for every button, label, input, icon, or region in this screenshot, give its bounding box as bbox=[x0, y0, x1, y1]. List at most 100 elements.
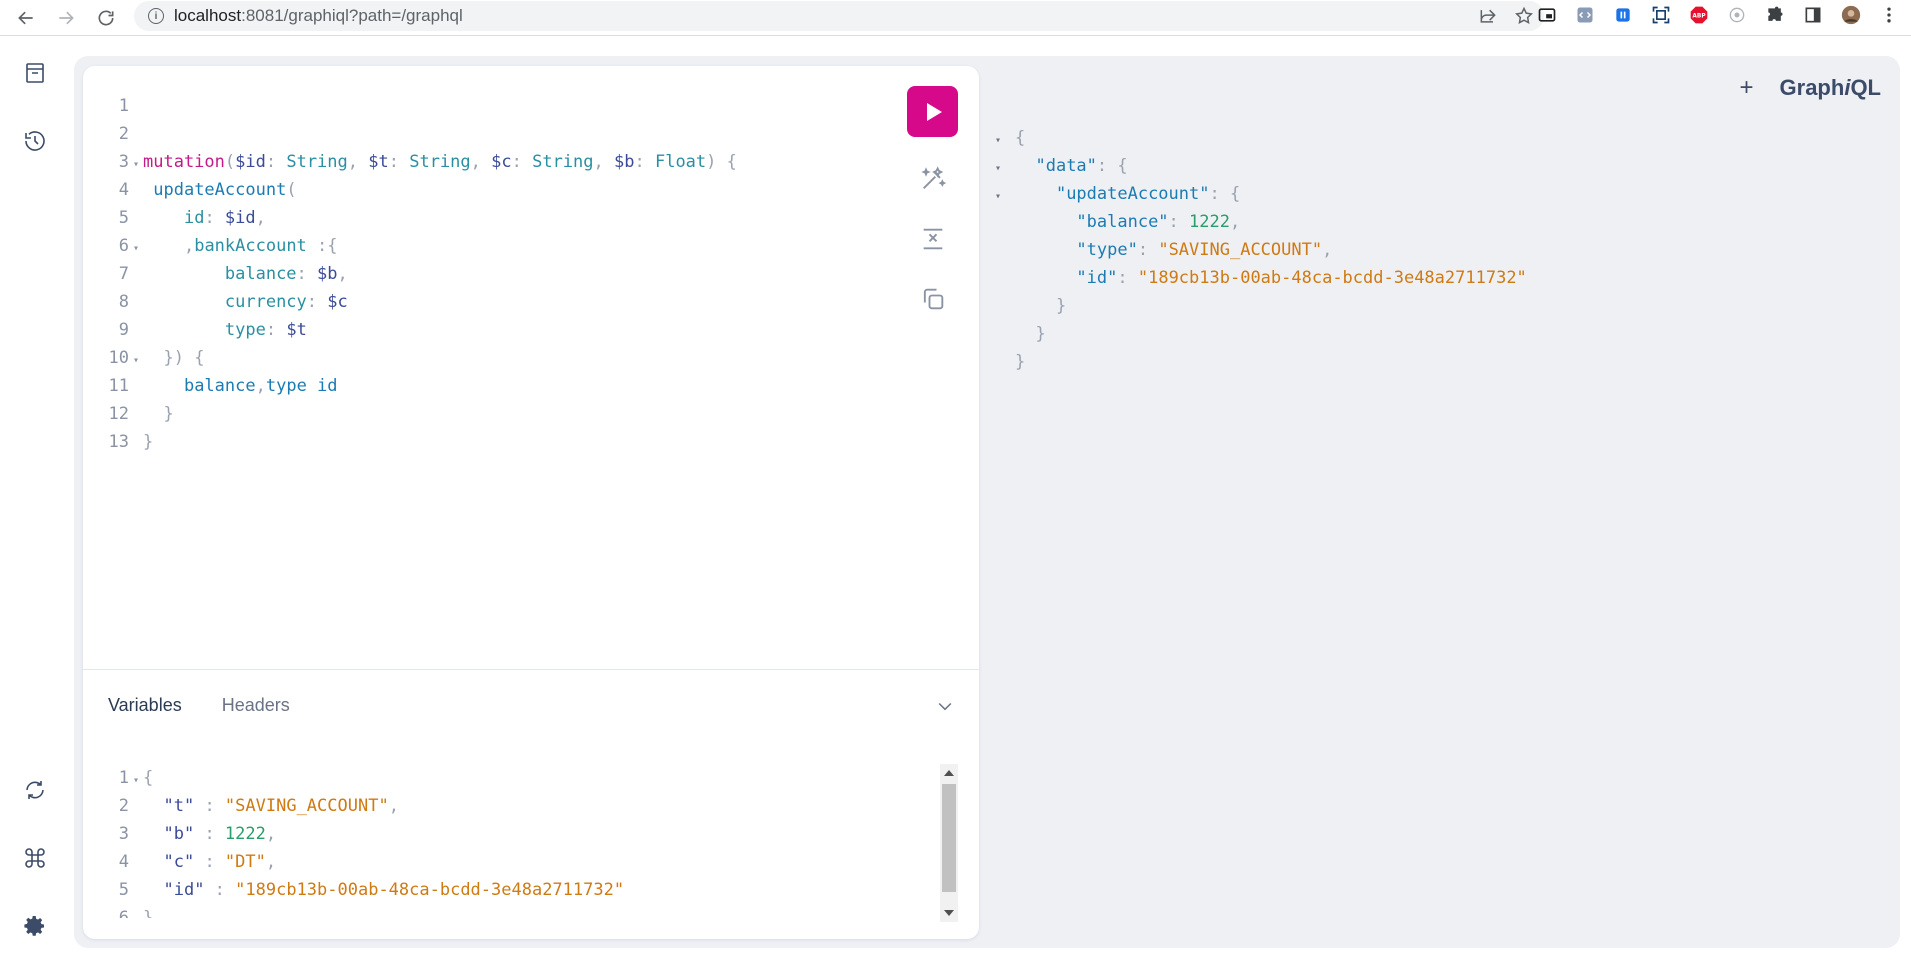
docs-icon bbox=[26, 63, 44, 83]
line-content: "id" : "189cb13b-00ab-48ca-bcdd-3e48a271… bbox=[163, 880, 625, 900]
line-number: 5 bbox=[118, 208, 129, 228]
add-tab-button[interactable]: + bbox=[1740, 74, 1754, 102]
address-bar[interactable]: i localhost :8081/graphiql?path=/graphql bbox=[134, 1, 1544, 31]
result-line: "type": "SAVING_ACCOUNT", bbox=[995, 236, 1695, 264]
line-content: } bbox=[1015, 352, 1026, 372]
settings-button[interactable] bbox=[21, 912, 49, 940]
chevron-down-icon bbox=[938, 702, 952, 711]
docs-explorer-button[interactable] bbox=[21, 59, 49, 87]
code-line: 5 id: $id, bbox=[83, 204, 883, 232]
history-icon bbox=[25, 131, 45, 151]
toggle-variables-button[interactable] bbox=[935, 696, 955, 716]
result-line: } bbox=[995, 292, 1695, 320]
variables-editor[interactable]: 1 ▾{2 "t" : "SAVING_ACCOUNT", 3 "b" : 1222… bbox=[83, 764, 943, 918]
line-content: updateAccount( bbox=[153, 180, 297, 200]
tab-variables[interactable]: Variables bbox=[108, 695, 182, 716]
refetch-schema-button[interactable] bbox=[21, 776, 49, 804]
line-number: 4 bbox=[118, 852, 129, 872]
shortcuts-button[interactable] bbox=[21, 844, 49, 872]
merge-icon bbox=[923, 228, 943, 250]
line-content: } bbox=[1035, 324, 1046, 344]
code-line: 9 type: $t bbox=[83, 316, 883, 344]
url-host: localhost bbox=[174, 6, 242, 25]
bookmark-star-icon[interactable] bbox=[1514, 6, 1534, 26]
fold-toggle-icon[interactable]: ▾ bbox=[995, 155, 1015, 183]
line-content: "updateAccount": { bbox=[1055, 184, 1241, 204]
line-content: } bbox=[163, 404, 174, 424]
fold-toggle-icon[interactable]: ▾ bbox=[129, 347, 143, 375]
fold-toggle-icon[interactable]: ▾ bbox=[129, 235, 143, 263]
arrow-right-icon bbox=[59, 11, 74, 25]
graphiql-logo: GraphiQL bbox=[1779, 75, 1881, 100]
line-number: 6 bbox=[118, 236, 129, 256]
puzzle-icon[interactable] bbox=[1763, 3, 1787, 27]
merge-fragments-button[interactable] bbox=[907, 221, 959, 257]
variables-scrollbar[interactable] bbox=[940, 764, 958, 922]
result-line: "balance": 1222, bbox=[995, 208, 1695, 236]
line-number: 2 bbox=[118, 796, 129, 816]
execute-query-button[interactable] bbox=[907, 86, 958, 137]
graphiql-sidebar bbox=[0, 36, 72, 966]
history-button[interactable] bbox=[21, 127, 49, 155]
share-icon[interactable] bbox=[1478, 6, 1498, 26]
code-line: 5 "id" : "189cb13b-00ab-48ca-bcdd-3e48a2… bbox=[83, 876, 943, 904]
code-line: 3 "b" : 1222, bbox=[83, 820, 943, 848]
line-content: currency: $c bbox=[224, 292, 348, 312]
code-line: 13} bbox=[83, 428, 883, 456]
query-editor[interactable]: 1 2 3 ▾ mutation($id: String, $t: String, $c… bbox=[83, 92, 883, 456]
fold-toggle-icon[interactable]: ▾ bbox=[995, 183, 1015, 211]
extensions-bar: ABP bbox=[1535, 3, 1901, 27]
menu-kebab-icon[interactable] bbox=[1877, 3, 1901, 27]
line-number: 6 bbox=[118, 908, 129, 918]
settings-icon bbox=[24, 916, 44, 936]
run-icon bbox=[926, 102, 942, 121]
fold-toggle-icon[interactable]: ▾ bbox=[129, 767, 143, 795]
screenshot-extension-icon[interactable] bbox=[1649, 3, 1673, 27]
code-line: 8 currency: $c bbox=[83, 288, 883, 316]
site-info-icon[interactable]: i bbox=[148, 8, 164, 24]
side-panel-icon[interactable] bbox=[1801, 3, 1825, 27]
line-number: 3 bbox=[118, 152, 129, 172]
scroll-down-arrow[interactable] bbox=[944, 910, 954, 916]
code-line: 6} bbox=[83, 904, 943, 918]
back-button[interactable] bbox=[12, 4, 40, 32]
line-number: 10 bbox=[108, 348, 129, 368]
code-line: 7 balance: $b, bbox=[83, 260, 883, 288]
avatar[interactable] bbox=[1839, 3, 1863, 27]
line-number: 9 bbox=[118, 320, 129, 340]
code-line: 2 bbox=[83, 120, 883, 148]
copy-query-button[interactable] bbox=[907, 281, 959, 317]
theme-extension-icon[interactable] bbox=[1725, 3, 1749, 27]
json-extension-icon[interactable] bbox=[1611, 3, 1635, 27]
line-content: { bbox=[1015, 128, 1026, 148]
line-content: "c" : "DT", bbox=[163, 852, 277, 872]
code-line: 11 balance,type id bbox=[83, 372, 883, 400]
line-number: 1 bbox=[118, 768, 129, 788]
line-number: 13 bbox=[108, 432, 129, 452]
tab-headers[interactable]: Headers bbox=[222, 695, 290, 716]
result-line: } bbox=[995, 348, 1695, 376]
scroll-up-arrow[interactable] bbox=[944, 770, 954, 776]
line-content: balance,type id bbox=[183, 376, 338, 396]
result-line: } bbox=[995, 320, 1695, 348]
devtools-extension-icon[interactable] bbox=[1573, 3, 1597, 27]
fold-toggle-icon[interactable]: ▾ bbox=[129, 151, 143, 179]
pip-extension-icon[interactable] bbox=[1535, 3, 1559, 27]
result-viewer: ▾{▾ "data": {▾ "updateAccount": { "balan… bbox=[995, 124, 1695, 376]
reload-button[interactable] bbox=[92, 4, 120, 32]
line-number: 12 bbox=[108, 404, 129, 424]
code-line: 6 ▾ ,bankAccount :{ bbox=[83, 232, 883, 260]
line-content: "data": { bbox=[1035, 156, 1128, 176]
prettify-icon bbox=[921, 166, 947, 189]
forward-button[interactable] bbox=[52, 4, 80, 32]
scroll-thumb[interactable] bbox=[942, 784, 956, 892]
code-line: 3 ▾ mutation($id: String, $t: String, $c: … bbox=[83, 148, 883, 176]
prettify-button[interactable] bbox=[907, 161, 959, 197]
line-content: } bbox=[143, 908, 154, 918]
fold-toggle-icon[interactable]: ▾ bbox=[995, 127, 1015, 155]
line-content: "type": "SAVING_ACCOUNT", bbox=[1076, 240, 1333, 260]
line-content: } bbox=[1055, 296, 1067, 316]
adblock-extension-icon[interactable]: ABP bbox=[1687, 3, 1711, 27]
arrow-left-icon bbox=[18, 11, 33, 25]
svg-text:ABP: ABP bbox=[1692, 14, 1706, 20]
